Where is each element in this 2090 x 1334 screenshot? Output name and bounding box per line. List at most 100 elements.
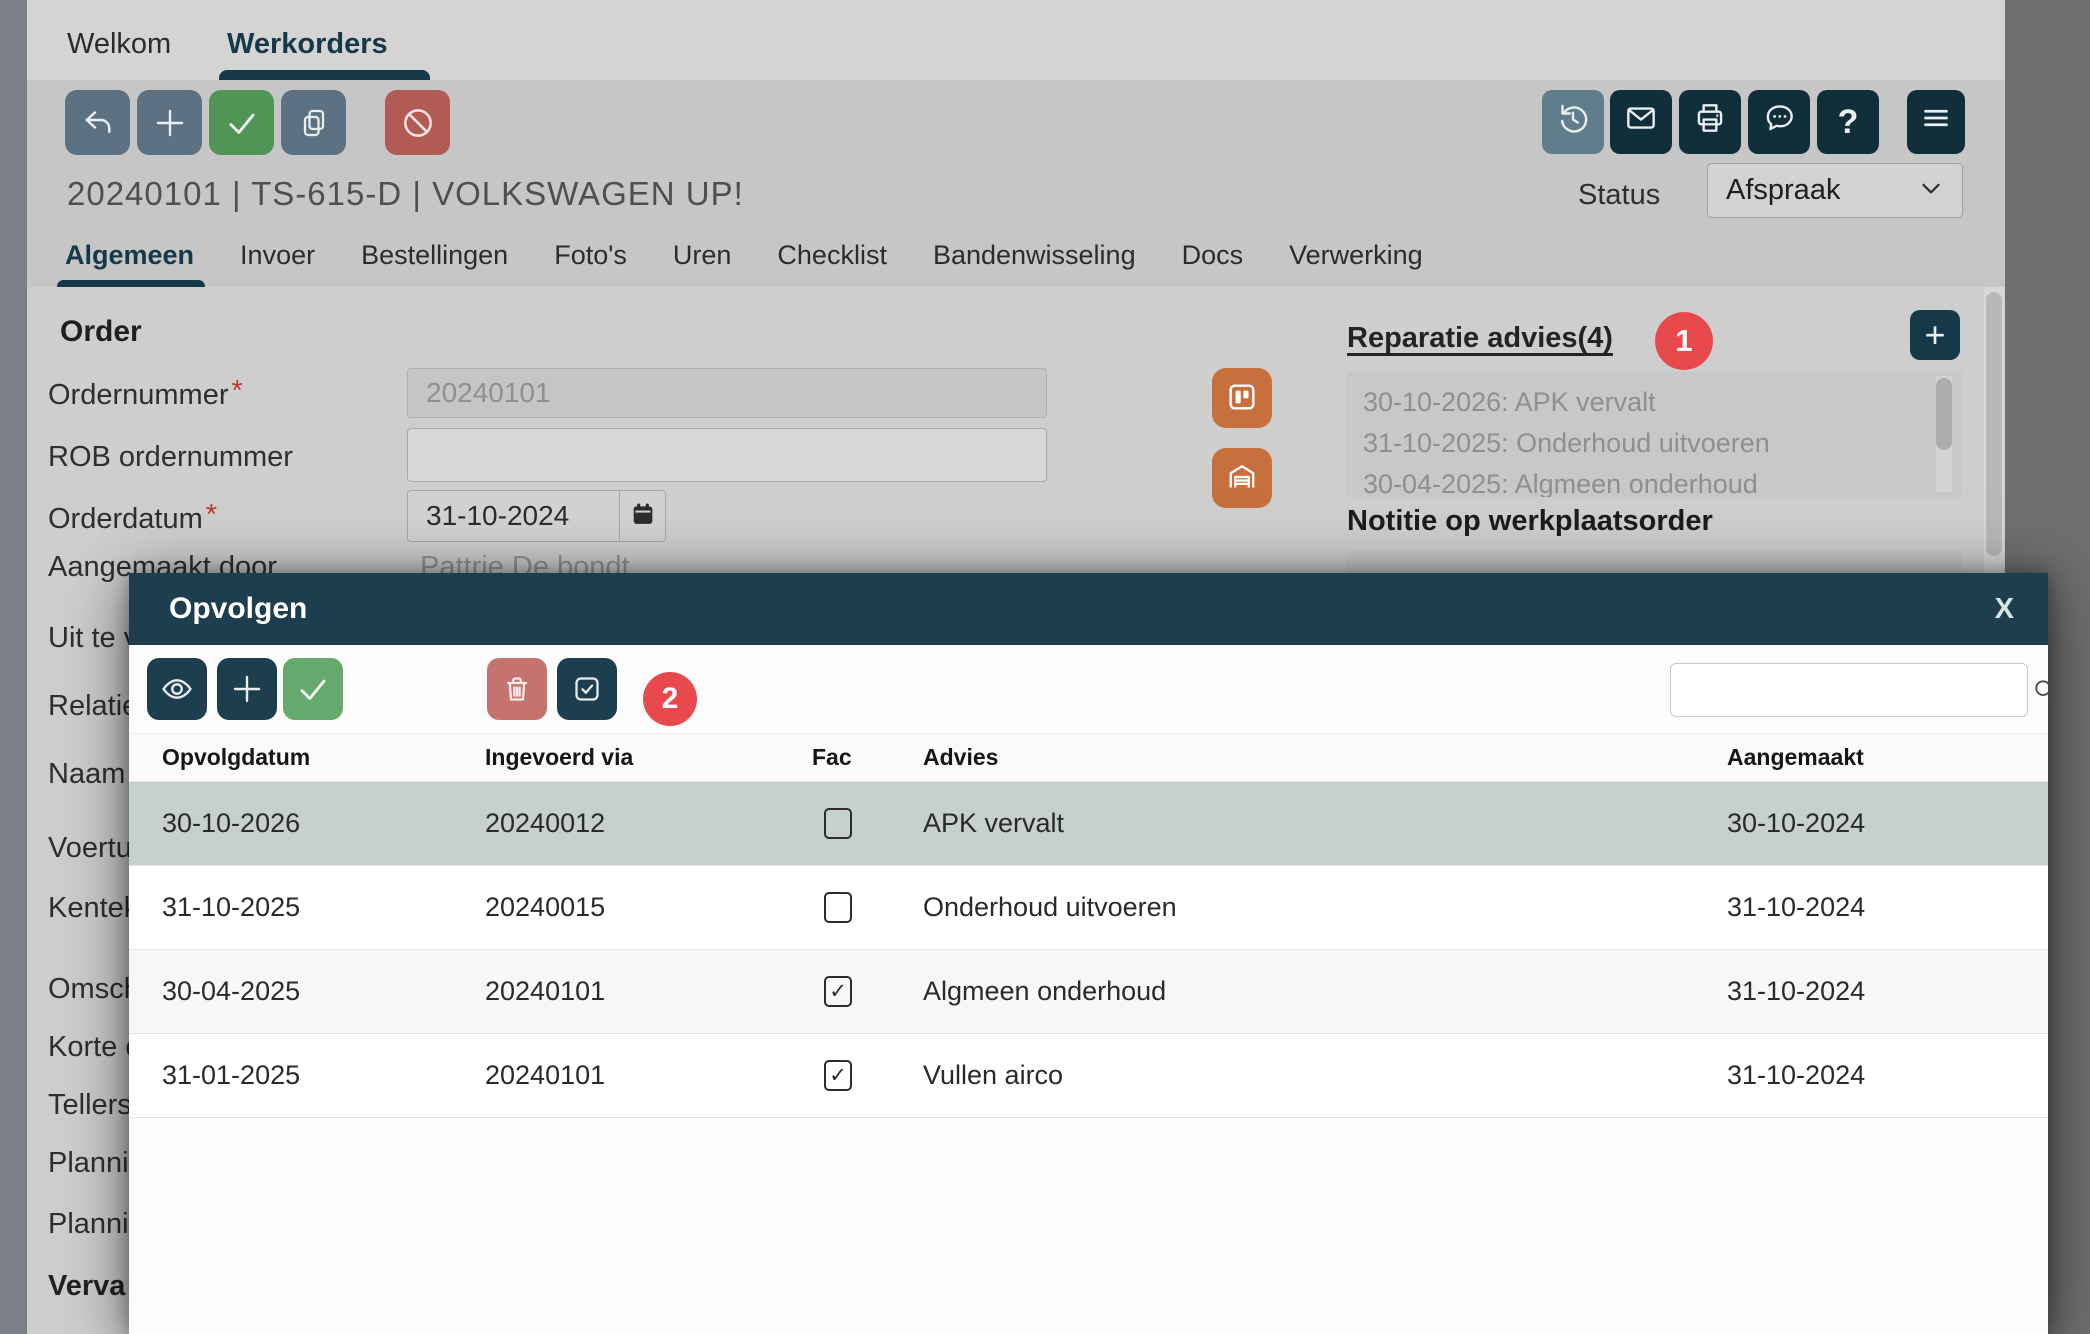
fac-checkbox[interactable] <box>824 892 852 923</box>
advies-list-item[interactable]: 30-10-2026: APK vervalt <box>1363 382 1946 423</box>
email-button[interactable] <box>1610 90 1672 154</box>
col-ingevoerd-via[interactable]: Ingevoerd via <box>485 744 812 771</box>
uit-te-voeren-label: Uit te v <box>48 618 141 655</box>
table-row[interactable]: 31-01-2025 20240101 Vullen airco 31-10-2… <box>129 1034 2048 1118</box>
search-input[interactable] <box>1671 664 2030 716</box>
reparatie-advies-link[interactable]: Reparatie advies(4) <box>1347 322 1613 355</box>
table-header-row: Opvolgdatum Ingevoerd via Fac Advies Aan… <box>129 733 2048 782</box>
voertuig-label: Voertui <box>48 828 141 865</box>
annotation-badge-2: 2 <box>643 672 697 726</box>
trash-icon <box>499 671 535 707</box>
window-tab-werkorders[interactable]: Werkorders <box>227 28 388 61</box>
col-aangemaakt[interactable]: Aangemaakt <box>1727 744 2081 771</box>
annotation-badge-1: 1 <box>1655 312 1713 370</box>
app-screen: Welkom Werkorders <box>0 0 2090 1334</box>
notitie-title: Notitie op werkplaatsorder <box>1347 505 1713 538</box>
cell-opvolgdatum: 31-01-2025 <box>162 1060 485 1091</box>
save-button[interactable] <box>209 90 274 155</box>
close-icon[interactable]: X <box>1989 589 2020 630</box>
tab-algemeen[interactable]: Algemeen <box>65 240 194 271</box>
history-button[interactable] <box>1542 90 1604 154</box>
order-section-title: Order <box>60 315 142 349</box>
tab-bestellingen[interactable]: Bestellingen <box>361 240 508 271</box>
checkmark-icon <box>223 104 261 142</box>
calendar-icon <box>629 500 657 533</box>
naam-label: Naam* <box>48 754 140 791</box>
no-entry-icon <box>399 104 437 142</box>
cell-ingevoerd-via: 20240015 <box>485 892 812 923</box>
col-opvolgdatum[interactable]: Opvolgdatum <box>162 744 485 771</box>
advies-list-scrollbar-thumb[interactable] <box>1936 378 1952 450</box>
fac-checkbox[interactable] <box>824 976 852 1007</box>
new-order-button[interactable] <box>137 90 202 155</box>
advies-list-scrollbar[interactable] <box>1936 376 1952 492</box>
table-row[interactable]: 30-10-2026 20240012 APK vervalt 30-10-20… <box>129 782 2048 866</box>
advies-list[interactable]: 30-10-2026: APK vervalt 31-10-2025: Onde… <box>1347 372 1962 497</box>
cancel-order-button[interactable] <box>385 90 450 155</box>
view-button[interactable] <box>147 658 207 720</box>
eye-icon <box>158 670 196 708</box>
help-button[interactable]: ? <box>1817 90 1879 154</box>
fac-checkbox[interactable] <box>824 1060 852 1091</box>
advies-list-item[interactable]: 31-10-2025: Onderhoud uitvoeren <box>1363 423 1946 464</box>
planboard-button[interactable] <box>1212 368 1272 428</box>
window-tabstrip: Welkom Werkorders <box>27 0 2005 80</box>
garage-button[interactable] <box>1212 448 1272 508</box>
col-fac[interactable]: Fac <box>812 744 923 771</box>
required-asterisk: * <box>232 375 243 407</box>
tab-invoer[interactable]: Invoer <box>240 240 315 271</box>
modal-title: Opvolgen <box>169 592 1989 626</box>
cell-ingevoerd-via: 20240012 <box>485 808 812 839</box>
ordernummer-input[interactable] <box>407 368 1047 418</box>
checkmark-icon <box>294 670 332 708</box>
undo-icon <box>80 105 116 141</box>
cell-advies: Onderhoud uitvoeren <box>923 892 1727 923</box>
cell-advies: APK vervalt <box>923 808 1727 839</box>
orderdatum-value: 31-10-2024 <box>408 491 619 541</box>
print-button[interactable] <box>1679 90 1741 154</box>
confirm-button[interactable] <box>283 658 343 720</box>
col-advies[interactable]: Advies <box>923 744 1727 771</box>
left-edge-strip <box>0 0 27 1334</box>
tab-verwerking[interactable]: Verwerking <box>1289 240 1423 271</box>
question-mark-icon: ? <box>1838 103 1859 142</box>
cell-advies: Algmeen onderhoud <box>923 976 1727 1007</box>
rob-ordernummer-input[interactable] <box>407 428 1047 482</box>
orderdatum-field[interactable]: 31-10-2024 <box>407 490 666 542</box>
rob-ordernummer-label: ROB ordernummer <box>48 441 293 474</box>
hamburger-icon <box>1918 100 1954 145</box>
page-scrollbar-thumb[interactable] <box>1986 292 2002 556</box>
cell-ingevoerd-via: 20240101 <box>485 1060 812 1091</box>
calendar-button[interactable] <box>619 491 665 541</box>
tab-uren[interactable]: Uren <box>673 240 732 271</box>
relatie-label: Relatie <box>48 686 141 723</box>
tab-bandenwisseling[interactable]: Bandenwisseling <box>933 240 1136 271</box>
status-dropdown[interactable]: Afspraak <box>1707 163 1963 218</box>
checkbox-check-icon <box>569 671 605 707</box>
tab-fotos[interactable]: Foto's <box>554 240 627 271</box>
table-row[interactable]: 30-04-2025 20240101 Algmeen onderhoud 31… <box>129 950 2048 1034</box>
undo-button[interactable] <box>65 90 130 155</box>
status-dropdown-value: Afspraak <box>1726 174 1916 207</box>
status-label: Status <box>1578 179 1660 212</box>
select-all-button[interactable] <box>557 658 617 720</box>
add-advies-button[interactable]: + <box>1910 310 1960 360</box>
fac-checkbox[interactable] <box>824 808 852 839</box>
copy-button[interactable] <box>281 90 346 155</box>
advies-list-item[interactable]: 30-04-2025: Algmeen onderhoud <box>1363 464 1946 497</box>
plus-icon <box>152 105 188 141</box>
kenteken-label: Kentek <box>48 888 141 925</box>
modal-header: Opvolgen X <box>129 573 2048 645</box>
add-opvolging-button[interactable] <box>217 658 277 720</box>
search-field <box>1670 663 2028 717</box>
tab-docs[interactable]: Docs <box>1182 240 1244 271</box>
header-band: ? 20240101 | TS-615-D | VOLKSWAGEN UP! S… <box>27 80 2005 287</box>
order-title: 20240101 | TS-615-D | VOLKSWAGEN UP! <box>67 175 744 213</box>
menu-button[interactable] <box>1907 90 1965 154</box>
window-tab-welkom[interactable]: Welkom <box>67 28 171 61</box>
table-row[interactable]: 31-10-2025 20240015 Onderhoud uitvoeren … <box>129 866 2048 950</box>
tab-checklist[interactable]: Checklist <box>777 240 887 271</box>
cell-aangemaakt: 31-10-2024 <box>1727 1060 2081 1091</box>
chat-button[interactable] <box>1748 90 1810 154</box>
delete-button[interactable] <box>487 658 547 720</box>
